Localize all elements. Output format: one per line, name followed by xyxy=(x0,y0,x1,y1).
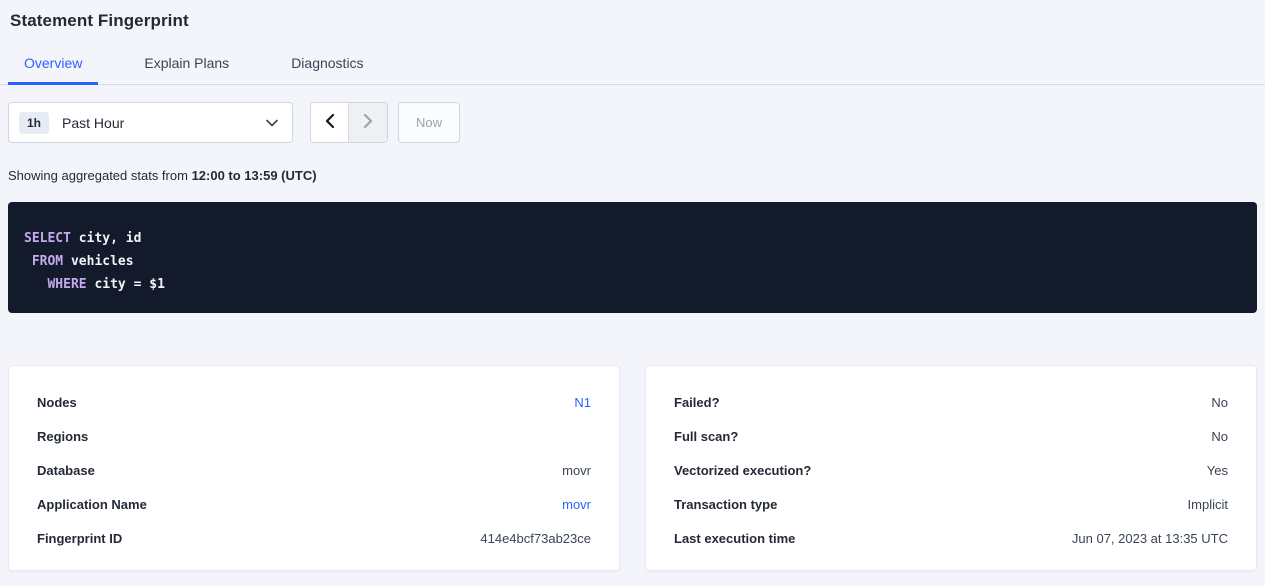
tab-overview-label: Overview xyxy=(24,55,82,71)
card-row-label: Nodes xyxy=(37,395,77,410)
chevron-down-icon xyxy=(266,119,278,127)
card-row-label: Vectorized execution? xyxy=(674,463,811,478)
tab-explain-plans-label: Explain Plans xyxy=(144,55,229,71)
tab-diagnostics[interactable]: Diagnostics xyxy=(275,45,379,85)
card-row-label: Transaction type xyxy=(674,497,777,512)
sql-text: city, id xyxy=(71,231,141,246)
card-row: Vectorized execution? Yes xyxy=(674,453,1228,487)
sql-text xyxy=(24,277,47,292)
time-interval-badge: 1h xyxy=(19,112,49,134)
tab-diagnostics-label: Diagnostics xyxy=(291,55,363,71)
card-row-label: Last execution time xyxy=(674,531,795,546)
card-row: Full scan? No xyxy=(674,419,1228,453)
execution-attributes-card: Failed? No Full scan? No Vectorized executio… xyxy=(645,365,1257,571)
card-row-value: Jun 07, 2023 at 13:35 UTC xyxy=(1072,531,1228,546)
card-row: Regions xyxy=(37,419,591,453)
time-range-label: Past Hour xyxy=(62,115,124,131)
card-row: Application Name movr xyxy=(37,487,591,521)
card-row: Fingerprint ID 414e4bcf73ab23ce xyxy=(37,521,591,555)
card-row-label: Regions xyxy=(37,429,88,444)
page-title: Statement Fingerprint xyxy=(10,11,1265,31)
time-controls: 1h Past Hour Now xyxy=(8,102,1265,143)
aggregated-stats-text: Showing aggregated stats from 12:00 to 1… xyxy=(8,168,1265,183)
sql-text xyxy=(24,254,32,269)
card-row-value: Implicit xyxy=(1188,497,1228,512)
card-row: Nodes N1 xyxy=(37,385,591,419)
time-range-dropdown[interactable]: 1h Past Hour xyxy=(8,102,293,143)
card-row-value-link[interactable]: movr xyxy=(562,497,591,512)
next-time-button[interactable] xyxy=(349,103,387,142)
card-row-label: Fingerprint ID xyxy=(37,531,122,546)
now-button[interactable]: Now xyxy=(398,102,460,143)
card-row-value: No xyxy=(1211,429,1228,444)
sql-text: city = $1 xyxy=(87,277,165,292)
card-row: Transaction type Implicit xyxy=(674,487,1228,521)
sql-line: SELECT city, id xyxy=(24,227,1241,250)
sql-line: FROM vehicles xyxy=(24,250,1241,273)
sql-statement-box: SELECT city, id FROM vehicles WHERE city… xyxy=(8,202,1257,313)
card-row: Failed? No xyxy=(674,385,1228,419)
chevron-right-icon xyxy=(363,113,373,132)
sql-text: vehicles xyxy=(63,254,133,269)
tab-explain-plans[interactable]: Explain Plans xyxy=(128,45,245,85)
previous-time-button[interactable] xyxy=(311,103,349,142)
card-row-label: Failed? xyxy=(674,395,720,410)
aggregated-stats-prefix: Showing aggregated stats from xyxy=(8,168,192,183)
statement-details-card: NodesN1RegionsDatabasemovrApplication Na… xyxy=(8,365,620,571)
card-row: Last execution time Jun 07, 2023 at 13:35… xyxy=(674,521,1228,555)
card-row-value: 414e4bcf73ab23ce xyxy=(480,531,591,546)
sql-line: WHERE city = $1 xyxy=(24,273,1241,296)
sql-keyword: FROM xyxy=(32,254,63,269)
sql-keyword: WHERE xyxy=(47,277,86,292)
statement-fingerprint-page: Statement Fingerprint Overview Explain P… xyxy=(0,11,1265,586)
card-row-label: Database xyxy=(37,463,95,478)
time-step-button-group xyxy=(310,102,388,143)
chevron-left-icon xyxy=(325,113,335,132)
summary-cards: NodesN1RegionsDatabasemovrApplication Na… xyxy=(8,365,1257,571)
sql-keyword: SELECT xyxy=(24,231,71,246)
tab-overview[interactable]: Overview xyxy=(8,45,98,85)
card-row-value: Yes xyxy=(1207,463,1228,478)
card-row-value: movr xyxy=(562,463,591,478)
card-row-label: Application Name xyxy=(37,497,147,512)
card-row-value: No xyxy=(1211,395,1228,410)
tab-bar: Overview Explain Plans Diagnostics xyxy=(0,45,1265,85)
aggregated-stats-range: 12:00 to 13:59 (UTC) xyxy=(192,168,317,183)
card-row: Database movr xyxy=(37,453,591,487)
card-row-label: Full scan? xyxy=(674,429,738,444)
card-row-value-link[interactable]: N1 xyxy=(574,395,591,410)
